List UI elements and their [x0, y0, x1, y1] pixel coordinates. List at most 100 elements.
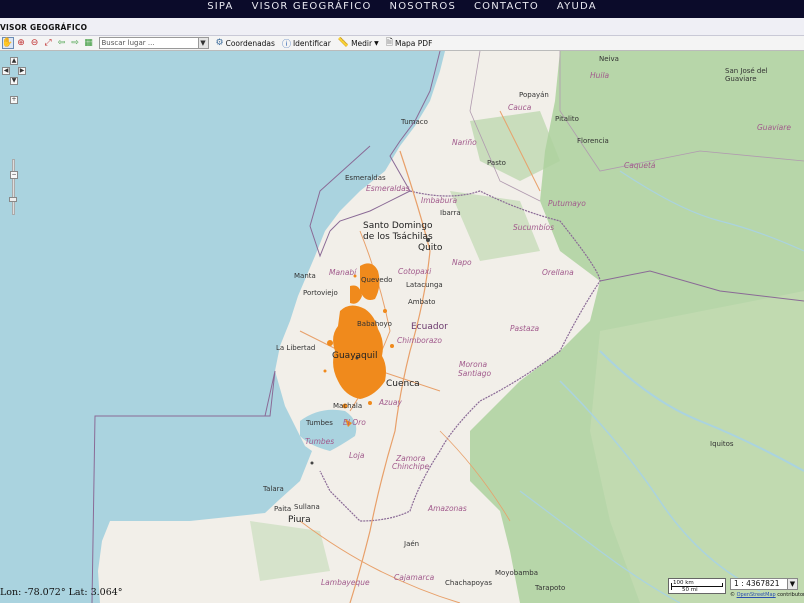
zoom-in-box-icon[interactable]: ⊕	[15, 37, 27, 49]
place-label: Azuay	[379, 398, 402, 407]
nav-sipa[interactable]: SIPA	[198, 0, 242, 18]
place-label: Quevedo	[361, 276, 393, 284]
place-label: Santiago	[458, 369, 492, 378]
scale-select[interactable]: 1 : 4367821 ▼	[730, 578, 798, 590]
place-label: Guayaquil	[332, 351, 378, 361]
place-label: Sucumbíos	[513, 223, 555, 232]
place-label: Imbabura	[421, 196, 458, 205]
place-label: Cajamarca	[394, 573, 435, 582]
place-label: Tumaco	[401, 118, 428, 126]
place-label: Tumbes	[306, 419, 333, 427]
scale-bar: 100 km 50 mi	[668, 578, 726, 594]
place-label: Guaviare	[757, 123, 791, 132]
place-label: Quito	[418, 243, 443, 253]
place-label: Esmeraldas	[366, 184, 410, 193]
pan-hand-icon[interactable]: ✋	[1, 37, 14, 49]
identificar-label: Identificar	[292, 38, 331, 48]
pan-down-button[interactable]: ▼	[10, 77, 18, 85]
nav-visor-geografico[interactable]: VISOR GEOGRÁFICO	[243, 0, 381, 18]
place-label: Esmeraldas	[345, 174, 386, 182]
place-label: Chachapoyas	[445, 579, 492, 587]
place-label: Amazonas	[428, 504, 467, 513]
place-label: Ecuador	[411, 322, 448, 332]
zoom-slider[interactable]	[12, 159, 15, 215]
place-label: Tarapoto	[535, 584, 566, 592]
place-label: Morona	[459, 360, 488, 369]
map-toolbar: ✋ ⊕ ⊖ ⤢ ⇦ ⇨ ▦ Buscar lugar ... ▼ ⚙ Coord…	[0, 36, 804, 51]
map-attribution: © OpenStreetMap contributors	[730, 592, 804, 598]
nav-ayuda[interactable]: AYUDA	[548, 0, 606, 18]
place-label: Sullana	[294, 503, 320, 511]
medir-button[interactable]: 📏 Medir ▼	[338, 38, 379, 48]
scale-mi-label: 50 mi	[682, 587, 698, 593]
place-label: Moyobamba	[495, 569, 539, 577]
chevron-down-icon[interactable]: ▼	[787, 579, 797, 589]
place-label: Cotopaxi	[398, 267, 432, 276]
zoom-out-button[interactable]: −	[10, 171, 18, 179]
zoom-next-icon[interactable]: ⇨	[69, 37, 81, 49]
zoom-in-button[interactable]: +	[10, 96, 18, 104]
pan-up-button[interactable]: ▲	[10, 57, 18, 65]
place-label: Cauca	[508, 103, 532, 112]
scale-select-value: 1 : 4367821	[734, 579, 780, 588]
place-label: Caquetá	[624, 161, 656, 170]
place-label: Portoviejo	[303, 289, 338, 297]
place-label: Huila	[590, 71, 610, 80]
info-icon: ⓘ	[281, 39, 291, 50]
place-label: Machala	[333, 402, 363, 410]
place-label: Paita	[274, 505, 292, 513]
place-label: Nariño	[452, 138, 477, 147]
place-label: Tumbes	[305, 437, 335, 446]
chevron-down-icon[interactable]: ▼	[197, 38, 208, 48]
place-label: Jaén	[404, 540, 420, 548]
place-label: Popayán	[519, 91, 549, 99]
place-label: Ibarra	[440, 209, 461, 217]
place-label: Manta	[294, 272, 316, 280]
mapa-pdf-label: Mapa PDF	[394, 38, 433, 48]
medir-dropdown-icon: ▼	[374, 39, 379, 47]
identificar-button[interactable]: ⓘ Identificar	[282, 37, 331, 50]
coordenadas-button[interactable]: ⚙ Coordenadas	[216, 38, 275, 48]
pan-right-button[interactable]: ▶	[18, 67, 26, 75]
attribution-suffix: contributors	[777, 592, 804, 598]
zoom-slider-handle[interactable]	[9, 197, 17, 202]
zoom-previous-icon[interactable]: ⇦	[56, 37, 68, 49]
zoom-extent-icon[interactable]: ⤢	[42, 37, 54, 49]
place-label: La Libertad	[276, 344, 316, 352]
place-label: Orellana	[542, 268, 574, 277]
place-label: San José del Guaviare	[725, 67, 768, 83]
place-label: Napo	[452, 258, 472, 267]
place-label: Neiva	[599, 55, 619, 63]
place-label: Piura	[288, 515, 311, 525]
cursor-coordinates: Lon: -78.072° Lat: 3.064°	[0, 587, 123, 598]
coordenadas-label: Coordenadas	[225, 38, 275, 48]
map-viewport[interactable]: ▲ ◀ ▶ ▼ + − Neiva Huila San José del Gua…	[0, 51, 804, 603]
place-label: Latacunga	[406, 281, 443, 289]
place-label: Ambato	[408, 298, 436, 306]
place-label: Florencia	[577, 137, 609, 145]
layers-icon[interactable]: ▦	[83, 37, 95, 49]
zoom-out-box-icon[interactable]: ⊖	[29, 37, 41, 49]
page-title: VISOR GEOGRÁFICO	[0, 23, 88, 32]
pdf-icon: 🗎	[385, 38, 393, 48]
place-search-input[interactable]: Buscar lugar ... ▼	[98, 37, 209, 49]
ruler-icon: 📏	[337, 38, 350, 48]
nav-contacto[interactable]: CONTACTO	[465, 0, 548, 18]
place-label: Chinchipe	[392, 462, 430, 471]
pan-left-button[interactable]: ◀	[2, 67, 10, 75]
place-label: Pitalito	[555, 115, 579, 123]
attribution-prefix: ©	[730, 592, 737, 598]
mapa-pdf-button[interactable]: 🗎 Mapa PDF	[386, 35, 433, 51]
nav-nosotros[interactable]: NOSOTROS	[381, 0, 465, 18]
place-label: Loja	[349, 451, 365, 460]
place-label: Talara	[263, 485, 284, 493]
osm-link[interactable]: OpenStreetMap	[737, 592, 776, 598]
place-label: Cuenca	[386, 379, 420, 389]
place-label: Putumayo	[548, 199, 586, 208]
place-label: Pastaza	[510, 324, 540, 333]
place-label: Manabí	[329, 268, 357, 277]
coordinates-icon: ⚙	[215, 38, 224, 48]
place-label: de los Tsáchilas	[363, 232, 433, 242]
place-label: El Oro	[343, 418, 366, 427]
place-label: Iquitos	[710, 440, 734, 448]
